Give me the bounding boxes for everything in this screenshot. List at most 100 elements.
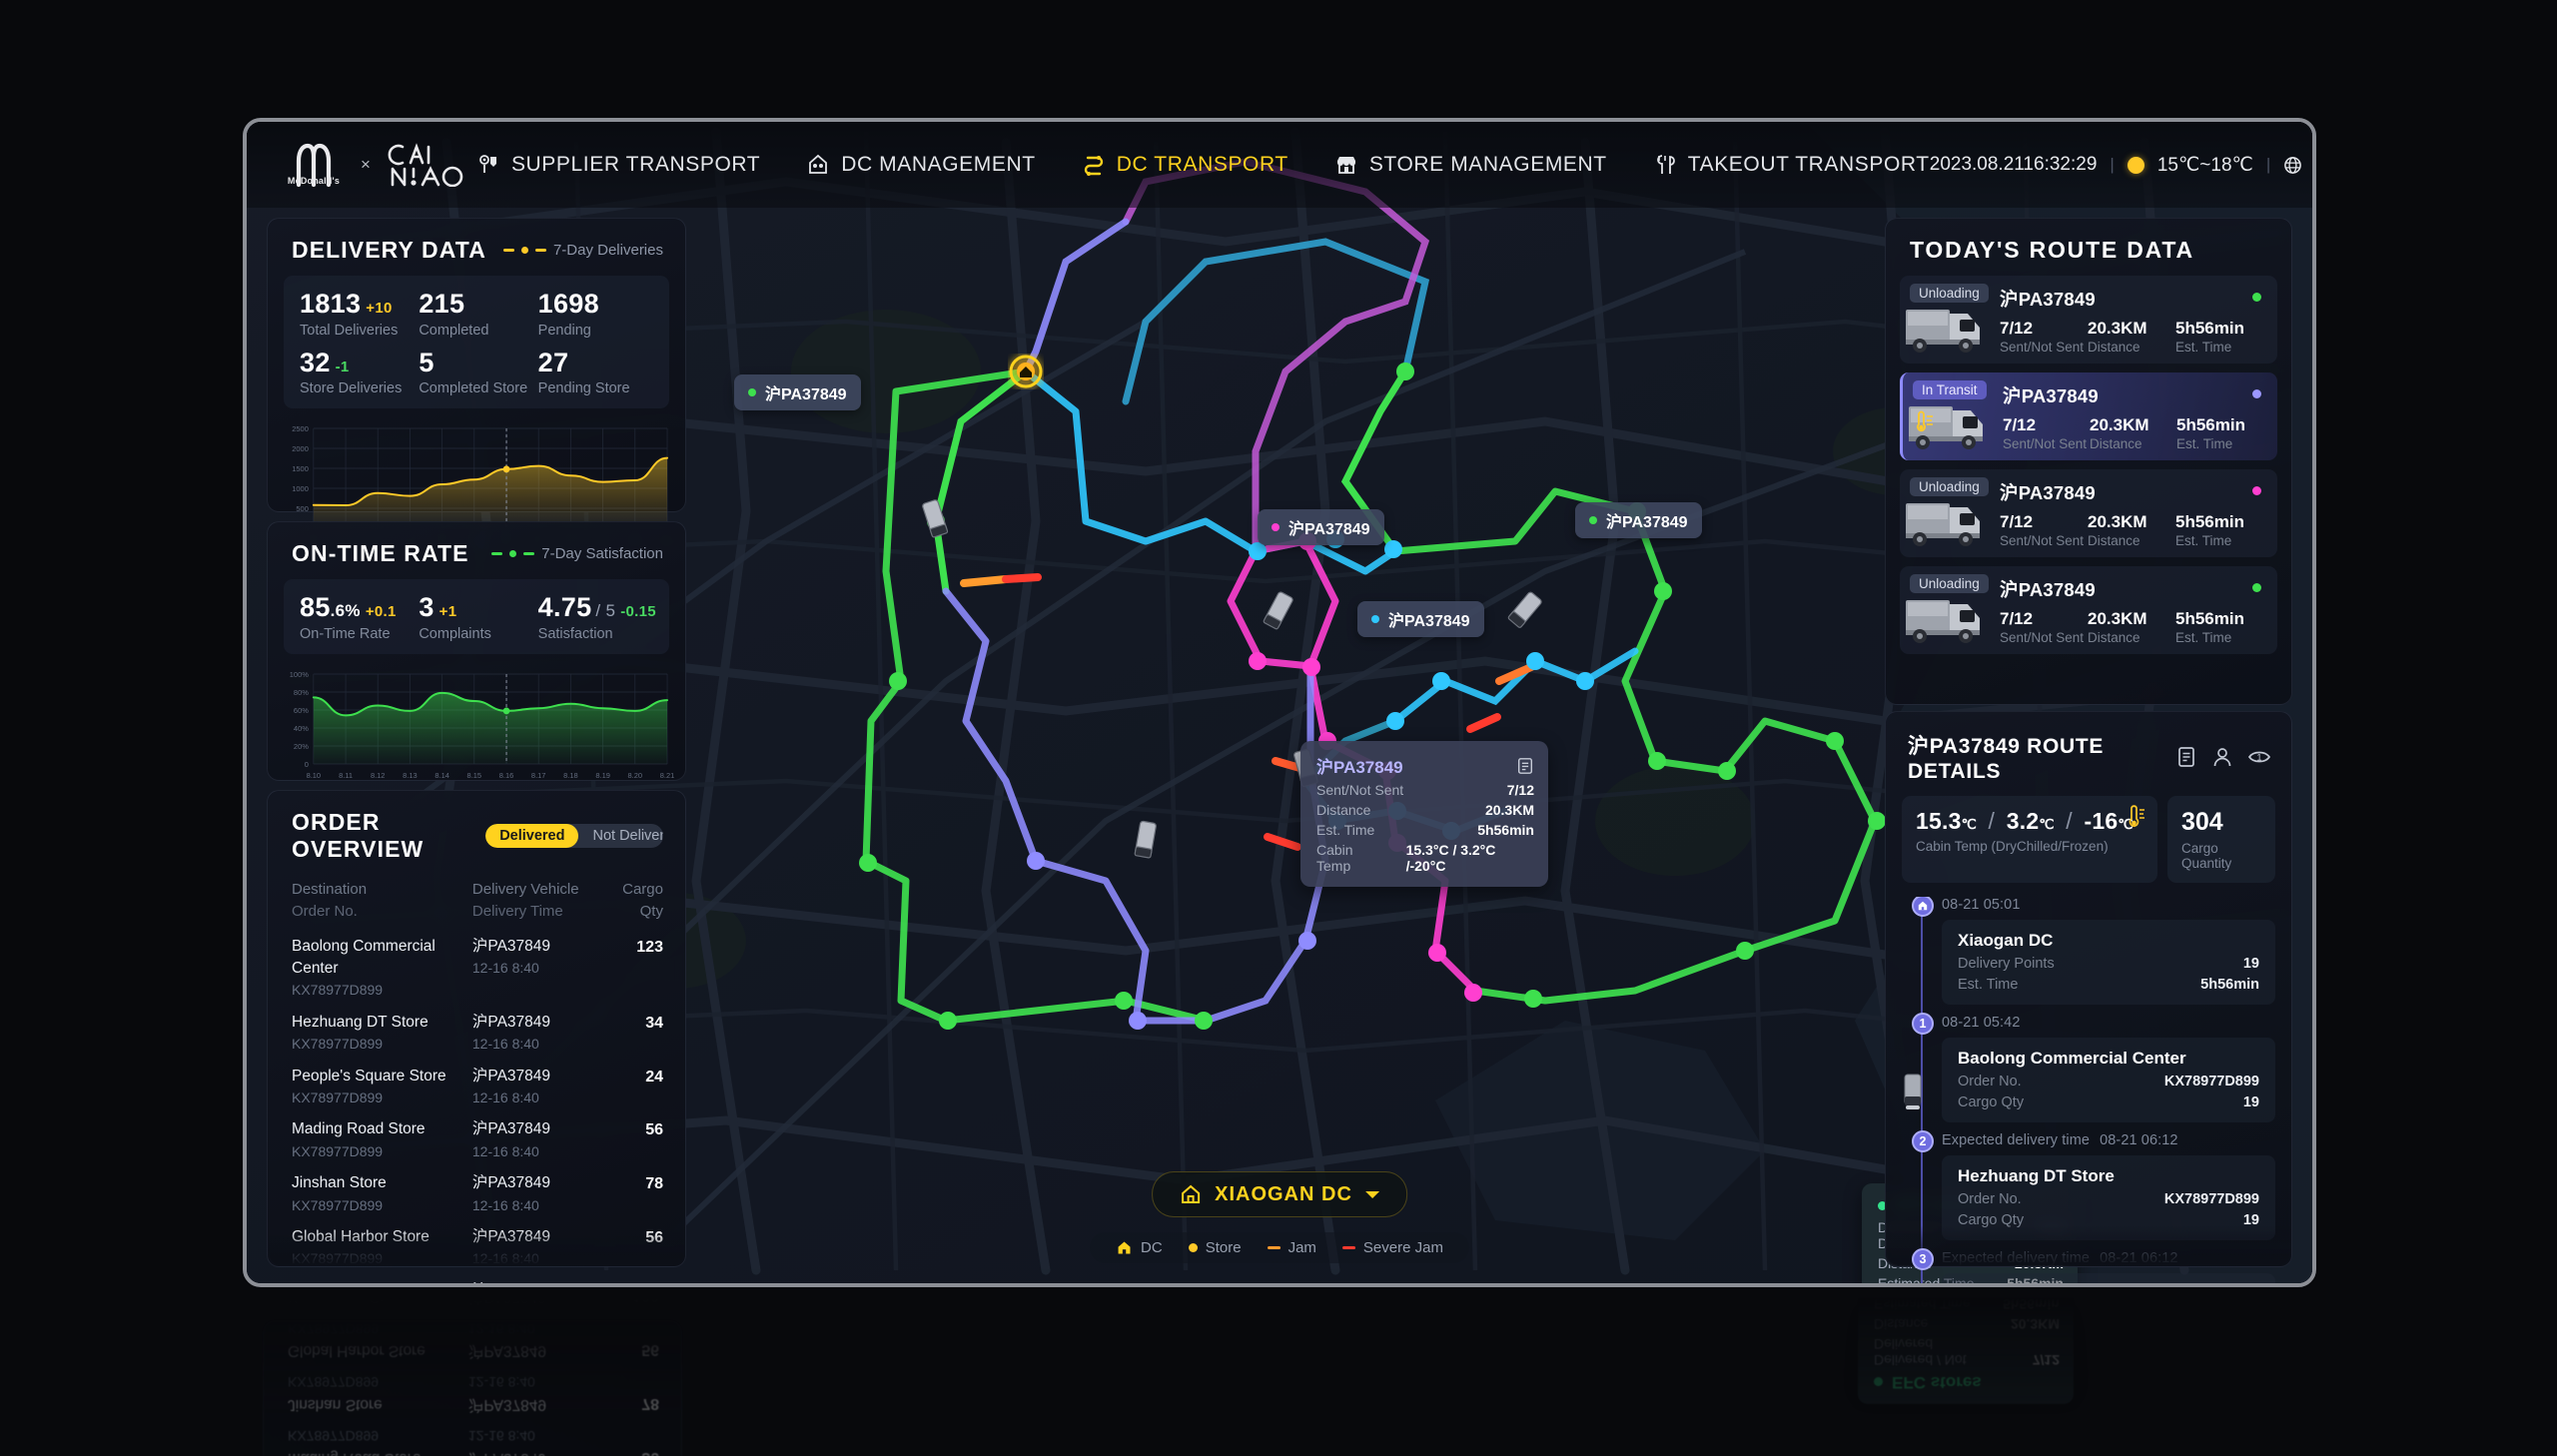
tab-not-delivered[interactable]: Not Delivered bbox=[578, 824, 663, 848]
table-row[interactable]: Global Harbor Store KX78977D899 沪PA37849 12… bbox=[292, 1221, 663, 1275]
timeline-value: KX78977D899 bbox=[2163, 1074, 2259, 1090]
table-row[interactable]: Mading Road Store KX78977D899 沪PA37849 12-1… bbox=[292, 1113, 663, 1167]
column-destination: Destination bbox=[292, 881, 368, 898]
map-vehicle-label[interactable]: 沪PA37849 bbox=[734, 374, 861, 410]
timeline-item[interactable]: 2 Expected delivery time 08-21 06:12 Hezhua… bbox=[1912, 1130, 2275, 1240]
route-card[interactable]: Unloading 沪PA37849 7/12 Sent/Not Sent 20.3K… bbox=[1900, 276, 2277, 364]
svg-text:8.14: 8.14 bbox=[434, 771, 449, 780]
stat-label: Complaints bbox=[419, 625, 491, 642]
stat-ontime-rate: 85.6% +0.1 On-Time Rate bbox=[300, 592, 419, 642]
distance-label: Distance bbox=[2088, 339, 2140, 355]
stat-label: Pending bbox=[537, 322, 591, 339]
order-destination: Mading Road Store bbox=[288, 1446, 468, 1456]
map-vehicle-label[interactable]: 沪PA37849 bbox=[1258, 509, 1384, 545]
route-details-panel: 沪PA37849 ROUTE DETAILS 1 15.3℃ / 3.2℃ / … bbox=[1885, 711, 2292, 1283]
svg-text:8.20: 8.20 bbox=[628, 771, 643, 780]
legend-label: Store bbox=[1205, 1239, 1242, 1256]
vehicle-plate: 沪PA37849 bbox=[1288, 521, 1370, 538]
order-number: KX78977D899 bbox=[288, 1320, 380, 1337]
route-data-header: TODAY'S ROUTE DATA bbox=[1886, 219, 2291, 276]
document-icon[interactable] bbox=[2175, 746, 2197, 768]
table-row[interactable]: Hezhuang DT Store KX78977D899 沪PA37849 12-1… bbox=[292, 1007, 663, 1061]
distance-value: 20.3KM bbox=[2088, 318, 2147, 338]
dashboard-screen: McDonald's × SUPPLIER TRANSPORT DC MANAG… bbox=[243, 118, 2316, 1287]
tab-delivered[interactable]: Delivered bbox=[485, 824, 579, 848]
takeout-icon bbox=[1656, 155, 1675, 174]
route-details-actions: 1 bbox=[2175, 746, 2271, 768]
tooltip-value: 7/12 bbox=[2032, 1352, 2060, 1368]
temp-chilled: 3.2 bbox=[2006, 808, 2040, 834]
main-navigation: SUPPLIER TRANSPORT DC MANAGEMENT DC TRAN… bbox=[476, 153, 1930, 177]
order-time: 12-16 8:40 bbox=[467, 1320, 535, 1337]
table-row[interactable]: Jinshan Store KX78977D899 沪PA37849 12-16 8:… bbox=[292, 1167, 663, 1221]
nav-item-supplier-transport[interactable]: SUPPLIER TRANSPORT bbox=[476, 153, 760, 177]
map-vehicle-label[interactable]: 沪PA37849 bbox=[1357, 601, 1484, 637]
nav-item-dc-transport[interactable]: DC TRANSPORT bbox=[1082, 153, 1288, 177]
driver-icon[interactable] bbox=[2211, 746, 2233, 768]
dc-selector-dropdown[interactable]: XIAOGAN DC bbox=[1152, 1171, 1407, 1217]
timeline-value: 5h56min bbox=[2200, 977, 2259, 993]
order-qty: 56 bbox=[641, 1341, 659, 1359]
language-selector[interactable]: zh bbox=[2315, 154, 2316, 176]
table-row[interactable]: Xiangqiang StoreKX78977D899沪PA3784912-16… bbox=[292, 1275, 663, 1283]
order-qty: 78 bbox=[645, 1175, 663, 1193]
timeline-key: Order No. bbox=[1958, 1191, 2022, 1207]
nav-item-dc-management[interactable]: DC MANAGEMENT bbox=[806, 153, 1035, 177]
vehicle-plate: 沪PA37849 bbox=[1388, 613, 1470, 630]
route-card[interactable]: Unloading 沪PA37849 7/12 Sent/Not Sent 20.3K… bbox=[1900, 566, 2277, 654]
tooltip-key: Delivered / Not Delivered bbox=[1874, 1336, 1967, 1368]
timeline-name: Baolong Commercial Center bbox=[1958, 1049, 2186, 1068]
order-time: 12-16 8:40 bbox=[471, 1250, 539, 1267]
order-qty: 56 bbox=[595, 1426, 659, 1456]
svg-text:8.10: 8.10 bbox=[307, 771, 322, 780]
timeline-node: 1 bbox=[1912, 1013, 1934, 1035]
brand-logo: McDonald's × bbox=[247, 143, 476, 188]
route-card[interactable]: In Transit 沪PA37849 7/12 Sent/Not Sent 20.3… bbox=[1900, 372, 2277, 460]
stat-unit: .6% bbox=[330, 601, 361, 620]
tooltip-plate: 沪PA37849 bbox=[1316, 758, 1403, 777]
route-card-list[interactable]: Unloading 沪PA37849 7/12 Sent/Not Sent 20.3K… bbox=[1886, 276, 2291, 654]
table-row[interactable]: Xiangqiang StoreKX78977D899沪PA3784912-16… bbox=[288, 1296, 659, 1312]
dc-icon bbox=[809, 154, 828, 174]
order-vehicle: 沪PA37849 bbox=[471, 1013, 551, 1031]
tooltip-value: 15.3°C / 3.2°C /-20°C bbox=[1405, 842, 1496, 874]
store-icon bbox=[1336, 157, 1355, 174]
eye-icon[interactable]: 1 bbox=[2247, 746, 2271, 768]
timeline-item[interactable]: 3 Expected delivery time08-21 06:12 Global… bbox=[1912, 1248, 2275, 1283]
status-badge: Unloading bbox=[1910, 574, 1989, 593]
timeline-row: Est. Time 5h56min bbox=[1958, 977, 2259, 993]
nav-item-store-management[interactable]: STORE MANAGEMENT bbox=[1334, 153, 1607, 177]
table-row[interactable]: People's Square Store KX78977D899 沪PA37849… bbox=[292, 1061, 663, 1114]
table-row[interactable]: Jinshan Store KX78977D899 沪PA37849 12-16 8:… bbox=[288, 1366, 659, 1420]
svg-text:500: 500 bbox=[296, 505, 308, 514]
stat-value: 27 bbox=[537, 347, 569, 377]
status-badge: Unloading bbox=[1910, 477, 1989, 496]
status-dot bbox=[2252, 486, 2261, 495]
delivery-status-toggle[interactable]: Delivered Not Delivered bbox=[485, 824, 663, 848]
order-table-body[interactable]: Baolong Commercial CenterKX78977D899沪PA3… bbox=[268, 925, 685, 1284]
route-card[interactable]: Unloading 沪PA37849 7/12 Sent/Not Sent 20.3K… bbox=[1900, 469, 2277, 557]
table-row[interactable]: Baolong Commercial Center KX78977D899 沪PA3… bbox=[292, 931, 663, 1007]
order-table-body[interactable]: Baolong Commercial CenterKX78977D899沪PA3… bbox=[264, 1296, 681, 1456]
temp-unit: ℃ bbox=[2039, 817, 2055, 832]
stat-completed: 215 Completed bbox=[419, 289, 537, 339]
nav-label: SUPPLIER TRANSPORT bbox=[510, 153, 761, 176]
map-vehicle-label[interactable]: 沪PA37849 bbox=[1575, 502, 1702, 538]
supplier-icon bbox=[479, 155, 496, 173]
cargo-quantity-label: Cargo Quantity bbox=[2181, 841, 2232, 871]
timeline-node bbox=[1912, 897, 1934, 917]
svg-text:20%: 20% bbox=[294, 742, 309, 751]
timeline-item[interactable]: 08-21 05:01 Xiaogan DC Delivery Points 19 Es… bbox=[1912, 897, 2275, 1005]
stat-value: 3 bbox=[419, 592, 434, 622]
order-vehicle: 沪PA37849 bbox=[467, 1342, 547, 1360]
table-row[interactable]: Global Harbor Store KX78977D899 沪PA37849 12… bbox=[288, 1312, 659, 1366]
timeline-item[interactable]: 1 08-21 05:42 Baolong Commercial Center Ord… bbox=[1904, 1013, 2275, 1122]
nav-item-takeout-transport[interactable]: TAKEOUT TRANSPORT bbox=[1653, 153, 1930, 177]
order-overview-header: ORDER OVERVIEW Delivered Not Delivered bbox=[268, 791, 685, 875]
timeline-value: KX78977D899 bbox=[2163, 1191, 2259, 1207]
document-icon[interactable] bbox=[1516, 757, 1534, 775]
order-qty: 56 bbox=[645, 1228, 663, 1246]
est-time-label: Est. Time bbox=[2175, 532, 2232, 548]
globe-icon[interactable] bbox=[2283, 156, 2302, 175]
stat-label: Satisfaction bbox=[537, 625, 613, 642]
